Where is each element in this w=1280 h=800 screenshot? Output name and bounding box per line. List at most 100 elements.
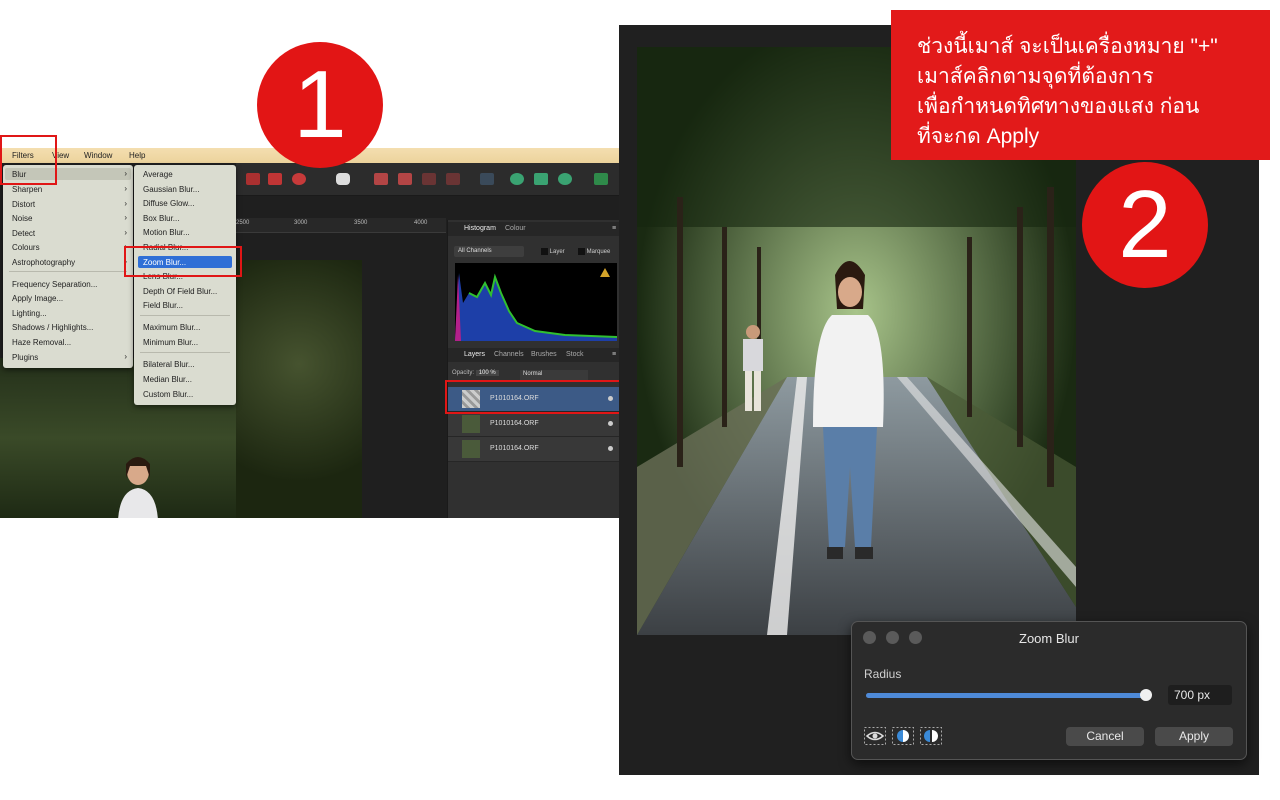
menu-item-frequency-separation[interactable]: Frequency Separation... [12, 280, 97, 289]
toolbar [236, 163, 620, 196]
menu-separator [140, 352, 230, 353]
note-line: เพื่อกำหนดทิศทางของแสง ก่อน [917, 95, 1200, 118]
layers-tabs: Layers Channels Brushes Stock ≡ [448, 348, 620, 362]
layer-checkbox-label: Layer [549, 249, 565, 256]
toolbar-boolean-add-icon[interactable] [510, 173, 524, 185]
document-canvas[interactable] [236, 260, 362, 518]
radius-label: Radius [864, 667, 902, 681]
apply-button[interactable]: Apply [1155, 727, 1233, 746]
ruler-tick: 3000 [294, 220, 308, 226]
studio-panel: Histogram Colour ≡ All Channels Layer Ma… [447, 220, 620, 518]
layer-checkbox[interactable]: Layer [541, 248, 565, 255]
menu-item-noise[interactable]: Noise [12, 214, 32, 223]
menu-item-average[interactable]: Average [143, 170, 173, 179]
tab-layers[interactable]: Layers [464, 351, 485, 358]
radius-slider-knob[interactable] [1140, 689, 1153, 701]
tab-channels[interactable]: Channels [494, 351, 524, 358]
menu-help[interactable]: Help [129, 151, 145, 160]
panel-menu-icon[interactable]: ≡ [612, 351, 616, 358]
menu-item-depth-of-field-blur[interactable]: Depth Of Field Blur... [143, 287, 217, 296]
horizontal-ruler: 2500 3000 3500 4000 [236, 218, 446, 233]
split-view-icon[interactable] [892, 727, 914, 745]
menu-item-gaussian-blur[interactable]: Gaussian Blur... [143, 185, 199, 194]
menu-separator [140, 315, 230, 316]
menu-item-colours[interactable]: Colours [12, 243, 40, 252]
panel-menu-icon[interactable]: ≡ [612, 225, 616, 232]
toolbar-rotate-icon[interactable] [480, 173, 494, 185]
blend-mode-select[interactable]: Normal [520, 370, 588, 380]
channel-select[interactable]: All Channels [454, 246, 524, 257]
warning-triangle-icon [600, 268, 610, 277]
step-2-badge: 2 [1082, 162, 1208, 288]
toolbar-undo-icon[interactable] [292, 173, 306, 185]
opacity-value[interactable]: 100 % [475, 370, 499, 376]
toolbar-boolean-intersect-icon[interactable] [558, 173, 572, 185]
histogram-graph [455, 263, 617, 341]
tab-stock[interactable]: Stock [566, 351, 584, 358]
radius-slider-track[interactable] [866, 689, 1153, 701]
marquee-checkbox[interactable]: Marquee [578, 248, 610, 255]
toolbar-flip-icon[interactable] [446, 173, 460, 185]
toolbar-snap-icon[interactable] [268, 173, 282, 185]
visibility-dot-icon[interactable] [608, 421, 613, 426]
toolbar-boolean-subtract-icon[interactable] [534, 173, 548, 185]
chevron-right-icon: › [124, 169, 127, 178]
filters-highlight-box [0, 135, 57, 185]
toolbar-align-icon[interactable] [422, 173, 436, 185]
histogram-tabs: Histogram Colour ≡ [448, 222, 620, 236]
toolbar-assistant-icon[interactable] [336, 173, 350, 185]
layer-row[interactable]: P1010164.ORF [448, 412, 620, 437]
chevron-right-icon: › [124, 199, 127, 208]
menu-item-box-blur[interactable]: Box Blur... [143, 214, 179, 223]
menu-item-bilateral-blur[interactable]: Bilateral Blur... [143, 360, 195, 369]
opacity-label: Opacity: [452, 370, 475, 376]
menu-item-astrophotography[interactable]: Astrophotography [12, 258, 75, 267]
menu-item-lighting[interactable]: Lighting... [12, 309, 47, 318]
menu-item-apply-image[interactable]: Apply Image... [12, 294, 63, 303]
menu-item-custom-blur[interactable]: Custom Blur... [143, 390, 193, 399]
toolbar-user-icon[interactable] [594, 173, 608, 185]
menu-item-haze-removal[interactable]: Haze Removal... [12, 338, 71, 347]
note-line: ช่วงนี้เมาส์ จะเป็นเครื่องหมาย "+" [917, 35, 1218, 58]
radius-value-input[interactable]: 700 px [1168, 685, 1232, 705]
menu-item-median-blur[interactable]: Median Blur... [143, 375, 192, 384]
tab-brushes[interactable]: Brushes [531, 351, 557, 358]
chevron-right-icon: › [124, 184, 127, 193]
toolbar-arrange-back-icon[interactable] [398, 173, 412, 185]
checkbox-icon [578, 248, 585, 255]
menu-window[interactable]: Window [84, 151, 112, 160]
instruction-note: ช่วงนี้เมาส์ จะเป็นเครื่องหมาย "+" เมาส์… [891, 10, 1270, 160]
menu-item-diffuse-glow[interactable]: Diffuse Glow... [143, 199, 194, 208]
chevron-right-icon: › [124, 352, 127, 361]
visibility-dot-icon[interactable] [608, 446, 613, 451]
eye-preview-icon[interactable] [864, 727, 886, 745]
tab-colour[interactable]: Colour [505, 225, 526, 232]
layer-thumbnail [462, 415, 480, 433]
menu-item-minimum-blur[interactable]: Minimum Blur... [143, 338, 198, 347]
menu-item-sharpen[interactable]: Sharpen [12, 185, 42, 194]
menu-item-detect[interactable]: Detect [12, 229, 35, 238]
channel-select-value: All Channels [458, 248, 492, 254]
cancel-button[interactable]: Cancel [1066, 727, 1144, 746]
menu-item-motion-blur[interactable]: Motion Blur... [143, 228, 190, 237]
blur-submenu: Average Gaussian Blur... Diffuse Glow...… [134, 165, 236, 405]
toolbar-arrange-icon[interactable] [374, 173, 388, 185]
mirror-view-icon[interactable] [920, 727, 942, 745]
layer-name: P1010164.ORF [490, 445, 539, 452]
marquee-checkbox-label: Marquee [586, 249, 611, 256]
affinity-photo-window: Filters View Window Help 2500 3000 3500 … [0, 148, 620, 518]
chevron-right-icon: › [124, 213, 127, 222]
layer-thumbnail [462, 440, 480, 458]
menu-item-plugins[interactable]: Plugins [12, 353, 38, 362]
note-line: เมาส์คลิกตามจุดที่ต้องการ [917, 65, 1154, 88]
menu-item-field-blur[interactable]: Field Blur... [143, 301, 183, 310]
tab-histogram[interactable]: Histogram [464, 225, 496, 232]
ruler-tick: 4000 [414, 220, 428, 226]
toolbar-grid-icon[interactable] [246, 173, 260, 185]
menu-item-maximum-blur[interactable]: Maximum Blur... [143, 323, 200, 332]
woman-photo-thumbnail [118, 457, 158, 518]
layer-row[interactable]: P1010164.ORF [448, 437, 620, 462]
menu-item-shadows-highlights[interactable]: Shadows / Highlights... [12, 323, 93, 332]
menu-item-distort[interactable]: Distort [12, 200, 35, 209]
opacity-control: Opacity: 100 % [452, 370, 499, 376]
